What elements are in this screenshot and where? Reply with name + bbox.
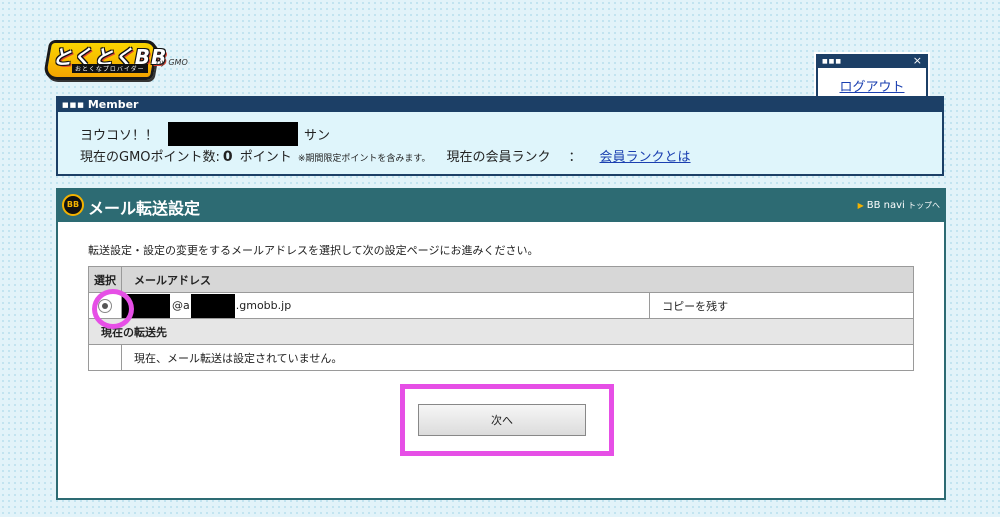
points-line: 現在のGMOポイント数: 0 ポイント ※期間限定ポイントを含みます。 現在の会員ラン… xyxy=(80,146,691,165)
email-at-text: @a xyxy=(172,298,190,312)
logout-panel-header: ■■■ × xyxy=(818,54,926,68)
welcome-prefix: ヨウコソ！！ xyxy=(80,128,159,144)
points-label: 現在のGMOポイント数: xyxy=(80,150,220,165)
member-panel-header: ■■■ Member xyxy=(58,98,942,112)
member-header-label: Member xyxy=(87,98,139,111)
copy-option-cell: コピーを残す xyxy=(649,292,914,319)
rank-label: 現在の会員ランク xyxy=(446,150,551,165)
close-icon[interactable]: × xyxy=(913,54,922,67)
rank-colon: ： xyxy=(568,150,582,165)
bb-navi-suffix: トップへ xyxy=(908,201,940,210)
points-unit: ポイント xyxy=(239,150,292,165)
member-header-icon: ■■■ xyxy=(62,101,85,109)
next-button[interactable]: 次へ xyxy=(418,404,586,436)
tokutoku-bb-logo[interactable]: とくとくBB おとくなプロバイダー by GMO xyxy=(42,40,196,80)
redacted-user-name xyxy=(168,122,299,146)
member-panel: ■■■ Member ヨウコソ！！ サン 現在のGMOポイント数: 0 ポイント ※期間… xyxy=(56,96,944,176)
logo-gmo-text: by GMO xyxy=(156,58,188,67)
redacted-email-subdomain xyxy=(190,293,235,318)
points-note: ※期間限定ポイントを含みます。 xyxy=(297,154,431,164)
welcome-suffix: サン xyxy=(304,128,331,144)
welcome-line: ヨウコソ！！ サン xyxy=(80,122,331,148)
page-title: メール転送設定 xyxy=(88,199,201,218)
empty-cell xyxy=(88,344,122,371)
arrow-right-icon: ▶ xyxy=(857,201,864,210)
forward-header-row: 現在の転送先 xyxy=(88,318,914,345)
table-row: 現在、メール転送は設定されていません。 xyxy=(88,344,914,371)
bb-navi-top-link[interactable]: ▶ BB navi トップへ xyxy=(858,200,940,211)
logout-link[interactable]: ログアウト xyxy=(818,76,926,95)
redacted-email-user xyxy=(122,293,170,318)
table-header-row: 選択 メールアドレス xyxy=(88,266,914,293)
email-address-cell: @a .gmobb.jp xyxy=(120,292,651,319)
bb-navi-icon: BB xyxy=(62,194,84,216)
bb-navi-label: BB navi xyxy=(866,200,905,211)
mail-forwarding-header: BB メール転送設定 ▶ BB navi トップへ xyxy=(58,190,944,222)
mail-address-table: 選択 メールアドレス @a .gmobb.jp コピーを残す 現在の転送先 現在、… xyxy=(88,266,914,371)
select-cell xyxy=(88,292,122,319)
column-header-address: メールアドレス xyxy=(121,266,914,293)
points-value: 0 xyxy=(222,149,233,165)
panel-dots-icon: ■■■ xyxy=(822,58,843,65)
instruction-text: 転送設定・設定の変更をするメールアドレスを選択して次の設定ページにお進みください… xyxy=(88,244,539,257)
forward-status-cell: 現在、メール転送は設定されていません。 xyxy=(121,344,914,371)
column-header-select: 選択 xyxy=(88,266,122,293)
email-domain-text: .gmobb.jp xyxy=(235,298,292,312)
mail-address-radio[interactable] xyxy=(98,298,112,313)
logo-sub-text: おとくなプロバイダー xyxy=(72,64,148,73)
mail-forwarding-panel: BB メール転送設定 ▶ BB navi トップへ 転送設定・設定の変更をするメー… xyxy=(56,188,946,500)
logout-panel: ■■■ × ログアウト xyxy=(816,54,928,102)
table-row: @a .gmobb.jp コピーを残す xyxy=(88,292,914,319)
forward-header-cell: 現在の転送先 xyxy=(88,318,914,345)
member-rank-link[interactable]: 会員ランクとは xyxy=(600,150,691,165)
